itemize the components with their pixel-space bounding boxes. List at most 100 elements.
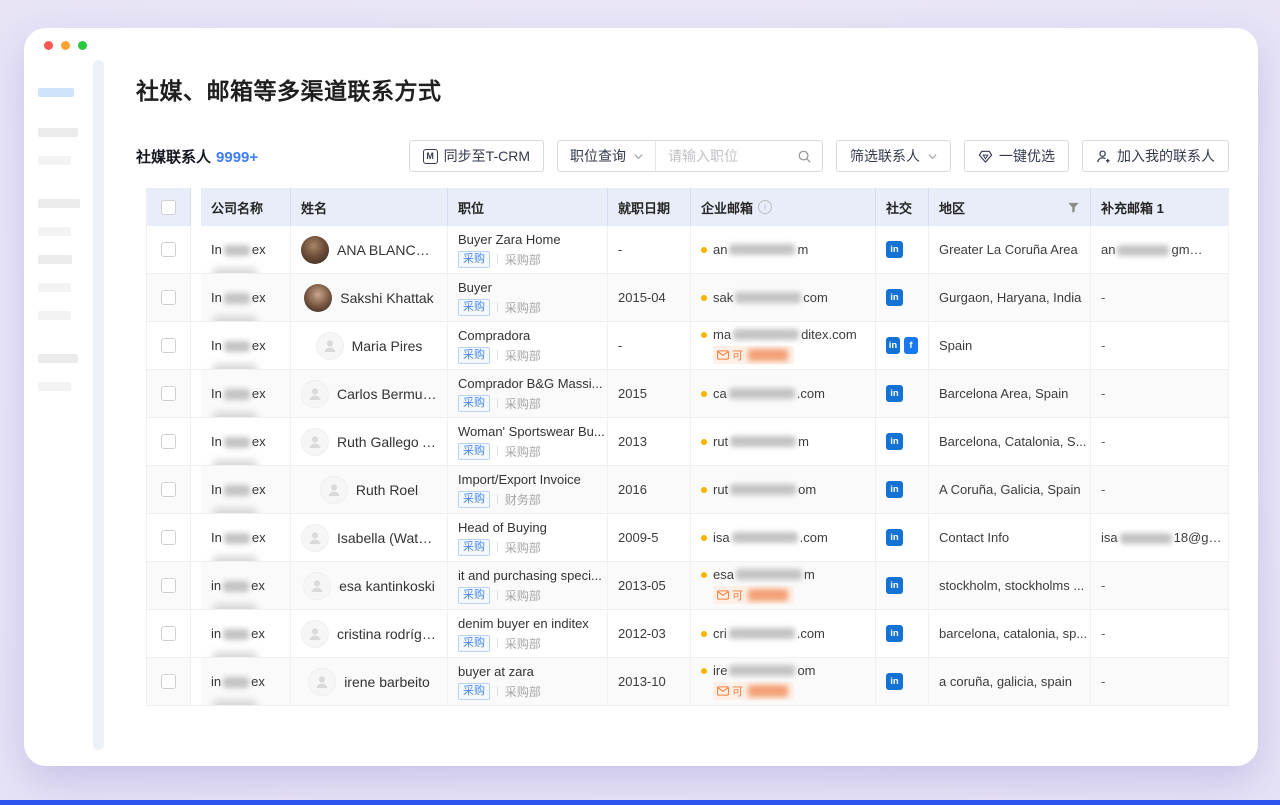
region-cell: barcelona, catalonia, sp... bbox=[929, 610, 1091, 657]
page-background: 社媒、邮箱等多渠道联系方式 社媒联系人9999+ M 同步至T-CRM 职位查询 bbox=[0, 0, 1280, 805]
table-row[interactable]: Inex ANA BLANCO REY Buyer Zara Home 采购 |… bbox=[147, 226, 1228, 274]
linkedin-icon[interactable]: in bbox=[886, 625, 903, 642]
name-cell: Isabella (Watson) L... bbox=[291, 514, 448, 561]
table-row[interactable]: Inex Sakshi Khattak Buyer 采购 | 采购部 2015-… bbox=[147, 274, 1228, 322]
redacted-text bbox=[729, 665, 795, 676]
sidebar-item[interactable] bbox=[38, 354, 78, 363]
position-cell: it and purchasing speci... 采购 | 采购部 bbox=[448, 562, 608, 609]
row-checkbox[interactable] bbox=[161, 530, 176, 545]
maximize-window-icon[interactable] bbox=[78, 41, 87, 50]
row-checkbox[interactable] bbox=[161, 338, 176, 353]
select-all-checkbox[interactable] bbox=[161, 200, 176, 215]
table-row[interactable]: Inex Isabella (Watson) L... Head of Buyi… bbox=[147, 514, 1228, 562]
row-checkbox[interactable] bbox=[161, 674, 176, 689]
position-search-group: 职位查询 bbox=[557, 140, 823, 172]
sidebar-item[interactable] bbox=[38, 255, 72, 264]
person-icon bbox=[307, 434, 323, 450]
sidebar-item[interactable] bbox=[38, 311, 71, 320]
start-date-cell: 2009-5 bbox=[608, 514, 691, 561]
redacted-text bbox=[224, 533, 250, 544]
sidebar-item[interactable] bbox=[38, 128, 78, 137]
one-click-optimize-button[interactable]: 一键优选 bbox=[964, 140, 1069, 172]
name-cell: cristina rodríguez bbox=[291, 610, 448, 657]
linkedin-icon[interactable]: in bbox=[886, 241, 903, 258]
purchasing-tag: 采购 bbox=[458, 299, 490, 316]
table-row[interactable]: Inex Maria Pires Compradora 采购 | 采购部 - m… bbox=[147, 322, 1228, 370]
redacted-text bbox=[735, 292, 801, 303]
add-to-my-contacts-button[interactable]: 加入我的联系人 bbox=[1082, 140, 1229, 172]
linkedin-icon[interactable]: in bbox=[886, 385, 903, 402]
department-label: 采购部 bbox=[505, 587, 541, 604]
avatar bbox=[301, 380, 329, 408]
purchasing-tag: 采购 bbox=[458, 683, 490, 700]
row-checkbox[interactable] bbox=[161, 242, 176, 257]
redacted-text bbox=[729, 388, 795, 399]
redacted-text bbox=[213, 604, 257, 609]
linkedin-icon[interactable]: in bbox=[886, 289, 903, 306]
table-row[interactable]: Inex Ruth Gallego Agulló Woman' Sportswe… bbox=[147, 418, 1228, 466]
avatar bbox=[304, 284, 332, 312]
linkedin-icon[interactable]: in bbox=[886, 673, 903, 690]
email-cell: ca.com bbox=[691, 370, 876, 417]
sidebar-item-active[interactable] bbox=[38, 88, 74, 97]
region-cell: Barcelona, Catalonia, S... bbox=[929, 418, 1091, 465]
email-cell: esam 可 bbox=[691, 562, 876, 609]
position-query-dropdown[interactable]: 职位查询 bbox=[558, 141, 656, 171]
start-date-cell: 2013-05 bbox=[608, 562, 691, 609]
purchasing-tag: 采购 bbox=[458, 491, 490, 508]
app-window: 社媒、邮箱等多渠道联系方式 社媒联系人9999+ M 同步至T-CRM 职位查询 bbox=[24, 28, 1258, 766]
extra-email-cell: - bbox=[1091, 466, 1229, 513]
reachable-badge: 可 bbox=[713, 346, 794, 364]
table-row[interactable]: inex irene barbeito buyer at zara 采购 | 采… bbox=[147, 658, 1228, 706]
filter-funnel-icon[interactable] bbox=[1067, 201, 1080, 214]
company-cell: Inex bbox=[201, 274, 291, 321]
row-checkbox[interactable] bbox=[161, 578, 176, 593]
row-checkbox[interactable] bbox=[161, 290, 176, 305]
header-name: 姓名 bbox=[291, 188, 448, 226]
tcrm-icon: M bbox=[423, 149, 438, 164]
social-cell: in bbox=[876, 466, 929, 513]
department-label: 采购部 bbox=[505, 683, 541, 700]
table-row[interactable]: inex esa kantinkoski it and purchasing s… bbox=[147, 562, 1228, 610]
envelope-icon bbox=[717, 686, 729, 696]
sync-tcrm-button[interactable]: M 同步至T-CRM bbox=[409, 140, 544, 172]
sidebar-item[interactable] bbox=[38, 156, 71, 165]
redacted-text bbox=[732, 532, 798, 543]
row-checkbox[interactable] bbox=[161, 386, 176, 401]
extra-email-cell: - bbox=[1091, 370, 1229, 417]
linkedin-icon[interactable]: in bbox=[886, 577, 903, 594]
filter-contacts-button[interactable]: 筛选联系人 bbox=[836, 140, 951, 172]
row-checkbox[interactable] bbox=[161, 434, 176, 449]
search-icon[interactable] bbox=[797, 149, 812, 164]
sidebar-item[interactable] bbox=[38, 227, 71, 236]
facebook-icon[interactable]: f bbox=[904, 337, 918, 354]
header-email: 企业邮箱 i bbox=[691, 188, 876, 226]
contact-name: esa kantinkoski bbox=[339, 578, 435, 594]
purchasing-tag: 采购 bbox=[458, 251, 490, 268]
sidebar-item[interactable] bbox=[38, 199, 80, 208]
minimize-window-icon[interactable] bbox=[61, 41, 70, 50]
row-checkbox[interactable] bbox=[161, 482, 176, 497]
company-cell: inex bbox=[201, 610, 291, 657]
linkedin-icon[interactable]: in bbox=[886, 433, 903, 450]
sidebar-item[interactable] bbox=[38, 283, 71, 292]
position-search-input[interactable] bbox=[668, 148, 797, 164]
add-person-icon bbox=[1096, 149, 1111, 164]
purchasing-tag: 采购 bbox=[458, 587, 490, 604]
sidebar-item[interactable] bbox=[38, 382, 71, 391]
table-row[interactable]: Inex Carlos Bermudo Cr... Comprador B&G … bbox=[147, 370, 1228, 418]
redacted-text bbox=[730, 484, 796, 495]
row-checkbox[interactable] bbox=[161, 626, 176, 641]
redacted-text bbox=[213, 700, 257, 705]
info-icon[interactable]: i bbox=[758, 200, 772, 214]
linkedin-icon[interactable]: in bbox=[886, 529, 903, 546]
linkedin-icon[interactable]: in bbox=[886, 337, 900, 354]
linkedin-icon[interactable]: in bbox=[886, 481, 903, 498]
region-cell: Barcelona Area, Spain bbox=[929, 370, 1091, 417]
table-row[interactable]: Inex Ruth Roel Import/Export Invoice 采购 … bbox=[147, 466, 1228, 514]
redacted-text bbox=[213, 364, 257, 369]
table-row[interactable]: inex cristina rodríguez denim buyer en i… bbox=[147, 610, 1228, 658]
close-window-icon[interactable] bbox=[44, 41, 53, 50]
avatar bbox=[316, 332, 344, 360]
email-status-dot bbox=[701, 332, 707, 338]
